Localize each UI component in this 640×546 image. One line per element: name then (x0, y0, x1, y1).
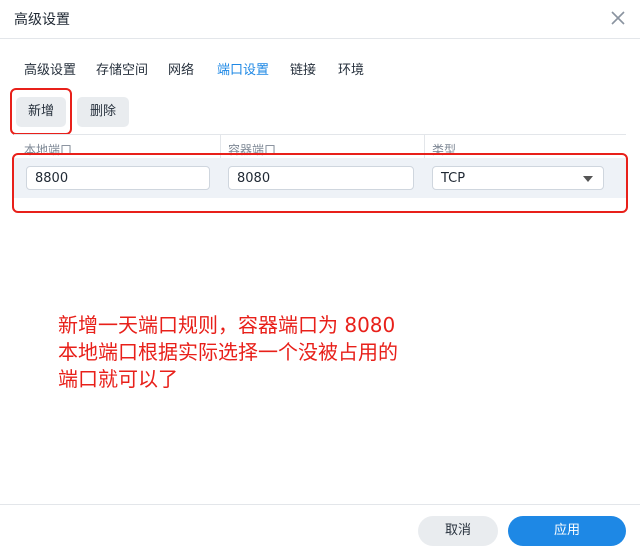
tab-links[interactable]: 链接 (290, 59, 316, 78)
dialog-title: 高级设置 (14, 12, 70, 28)
annotation-line: 端口就可以了 (58, 367, 178, 391)
row-highlight (12, 153, 628, 213)
tab-bar: 高级设置 存储空间 网络 端口设置 链接 环境 (0, 40, 640, 84)
title-divider (0, 38, 640, 39)
annotation-line: 本地端口根据实际选择一个没被占用的 (58, 340, 398, 364)
tab-storage[interactable]: 存储空间 (96, 59, 148, 78)
dialog-titlebar: 高级设置 (0, 0, 640, 38)
annotation-text: 新增一天端口规则，容器端口为 8080 本地端口根据实际选择一个没被占用的 端口… (58, 312, 558, 393)
delete-button[interactable]: 删除 (77, 97, 129, 127)
add-button-highlight (10, 88, 72, 135)
close-icon[interactable] (606, 6, 630, 30)
annotation-line: 新增一天端口规则，容器端口为 8080 (58, 313, 396, 337)
tab-environment[interactable]: 环境 (338, 59, 364, 78)
footer-divider (0, 504, 640, 505)
tab-port-settings[interactable]: 端口设置 (217, 59, 269, 78)
tab-advanced[interactable]: 高级设置 (24, 59, 76, 78)
tab-network[interactable]: 网络 (168, 59, 194, 78)
